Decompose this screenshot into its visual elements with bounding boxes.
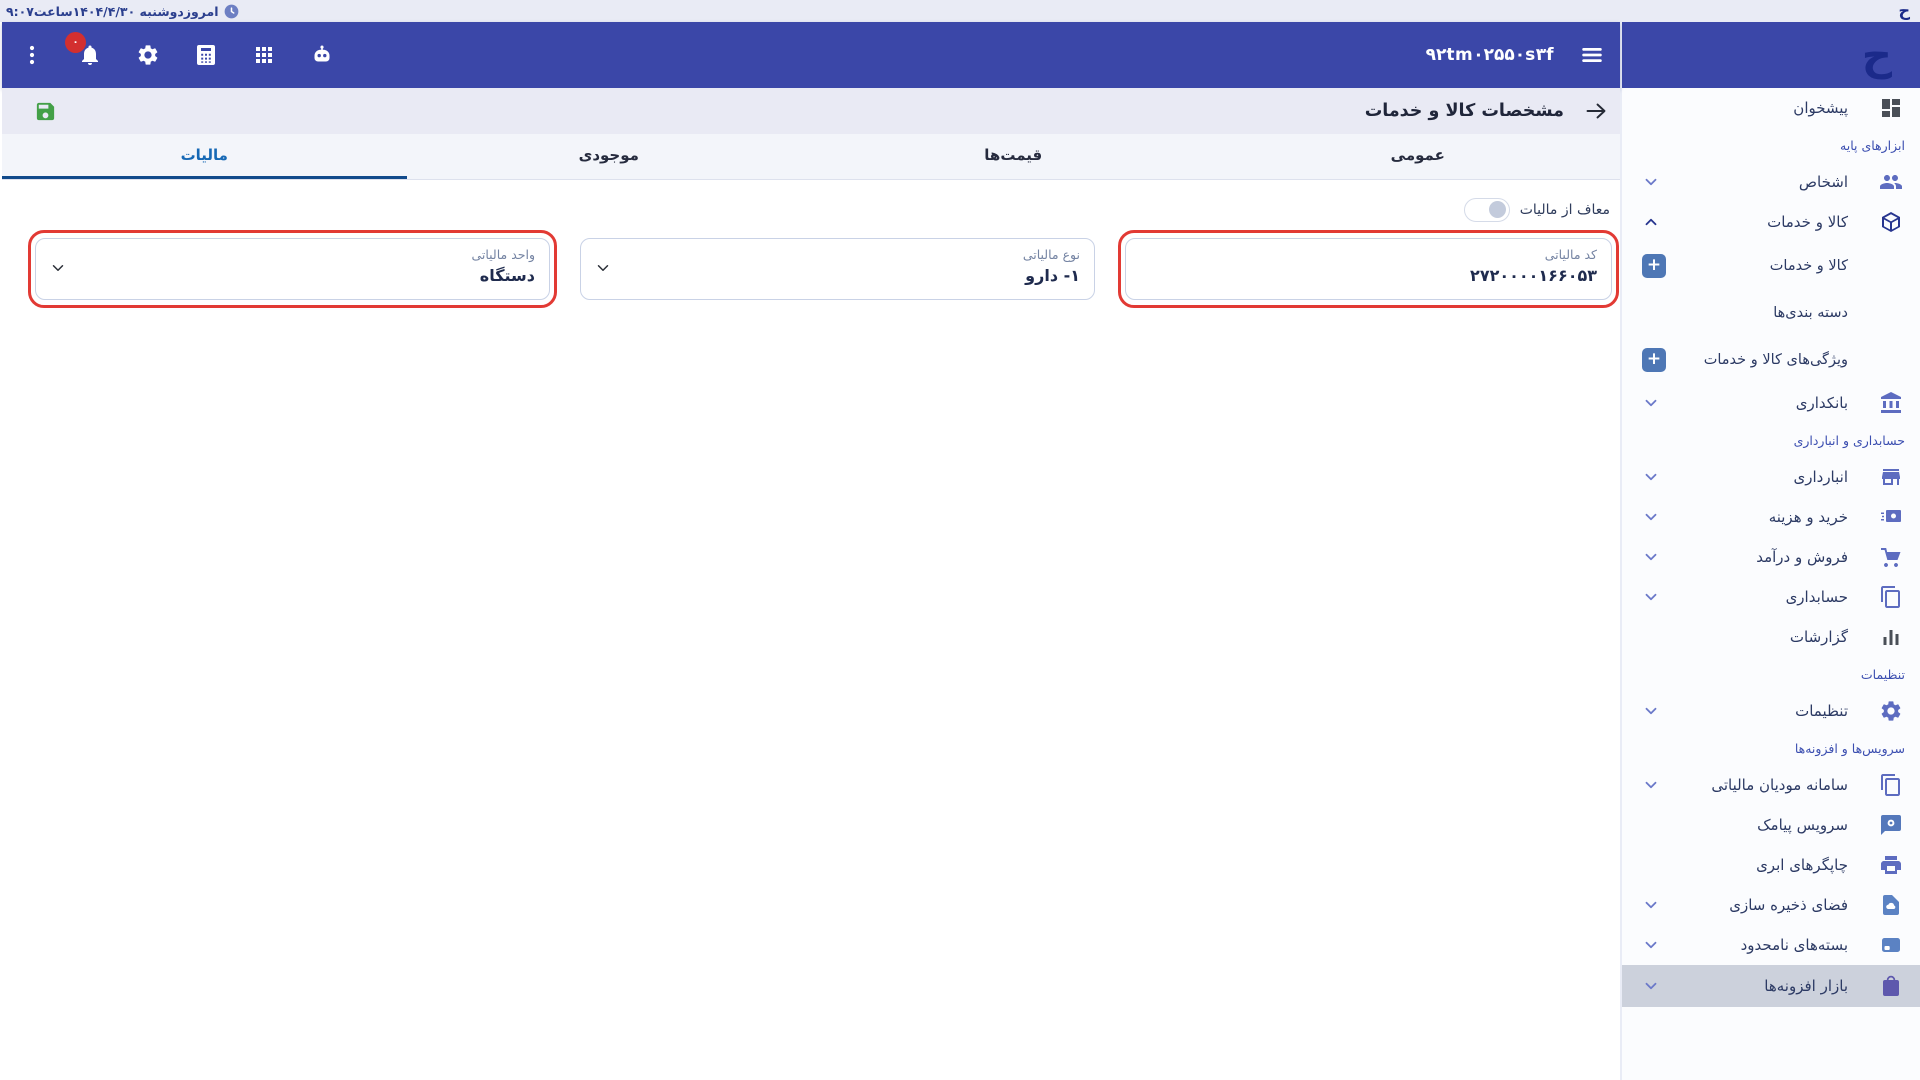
main-area: ۹۲tm۰۲۵۵۰s۳f ۰ مشخصات کالا و خدمات عمومی… [2, 22, 1620, 1080]
cloud-printer-icon [1879, 853, 1903, 877]
pages-icon [1879, 773, 1903, 797]
title-bar: مشخصات کالا و خدمات [2, 88, 1620, 134]
sidebar-item-dashboard[interactable]: پیشخوان [1622, 88, 1920, 128]
top-navbar: ۹۲tm۰۲۵۵۰s۳f ۰ [2, 22, 1620, 88]
robot-icon[interactable] [308, 41, 336, 69]
bell-icon[interactable]: ۰ [76, 41, 104, 69]
chevron-down-icon [1642, 173, 1660, 191]
app-logo[interactable]: ح [1862, 34, 1892, 76]
chevron-down-icon [1642, 702, 1660, 720]
field-tax-type[interactable]: نوع مالیاتی ۱- دارو [580, 238, 1095, 300]
sidebar-item-sales-income[interactable]: فروش و درآمد [1622, 537, 1920, 577]
top-strip: ح امروزدوشنبه ۱۴۰۴/۴/۳۰ساعت۹:۰۷ [0, 0, 1920, 22]
toggle-knob [1489, 201, 1506, 218]
sidebar-section-accounting-warehousing: حسابداری و انبارداری [1622, 423, 1920, 457]
license-code: ۹۲tm۰۲۵۵۰s۳f [1426, 45, 1554, 65]
chevron-down-icon [1642, 394, 1660, 412]
sidebar-item-purchase-expense[interactable]: خرید و هزینه [1622, 497, 1920, 537]
sidebar-item-people[interactable]: اشخاص [1622, 162, 1920, 202]
store-icon [1879, 465, 1903, 489]
kebab-menu-icon [20, 43, 44, 67]
apps-grid-icon[interactable] [250, 41, 278, 69]
exempt-toggle-row: معاف از مالیات [2, 198, 1610, 222]
robot-icon [310, 43, 334, 67]
cube-icon [1879, 210, 1903, 234]
chevron-down-icon [1642, 896, 1660, 914]
today-date: امروزدوشنبه ۱۴۰۴/۴/۳۰ساعت۹:۰۷ [6, 4, 239, 19]
sidebar-item-settings[interactable]: تنظیمات [1622, 691, 1920, 731]
sidebar-item-tax-moadian-system[interactable]: سامانه مودیان مالیاتی [1622, 765, 1920, 805]
sidebar: ح پیشخوان ابزارهای پایه اشخاص کالا و خدم… [1620, 22, 1920, 1080]
sidebar-section-services-addons: سرویس‌ها و افزونه‌ها [1622, 731, 1920, 765]
chevron-down-icon [1642, 508, 1660, 526]
cash-icon [1879, 505, 1903, 529]
apps-grid-icon [252, 43, 276, 67]
chevron-down-icon [1642, 468, 1660, 486]
page-title: مشخصات کالا و خدمات [1365, 101, 1564, 121]
tab-tax[interactable]: مالیات [2, 134, 407, 179]
chevron-down-icon [1642, 776, 1660, 794]
sidebar-header: ح [1622, 22, 1920, 88]
tab-general[interactable]: عمومی [1216, 134, 1621, 179]
add-plus-button[interactable]: + [1642, 254, 1666, 278]
cart-icon [1879, 545, 1903, 569]
dashboard-icon [1879, 96, 1903, 120]
brand-mini-logo: ح [1898, 1, 1910, 21]
tab-inventory[interactable]: موجودی [407, 134, 812, 179]
sidebar-item-warehousing[interactable]: انبارداری [1622, 457, 1920, 497]
tab-prices[interactable]: قیمت‌ها [811, 134, 1216, 179]
sidebar-item-goods-attributes[interactable]: ویژگی‌های کالا و خدمات + [1622, 336, 1920, 383]
exempt-toggle-label: معاف از مالیات [1520, 202, 1610, 218]
sidebar-item-addons-market[interactable]: بازار افزونه‌ها [1622, 965, 1920, 1007]
sidebar-section-settings-section: تنظیمات [1622, 657, 1920, 691]
sidebar-nav: پیشخوان ابزارهای پایه اشخاص کالا و خدمات… [1622, 88, 1920, 1080]
sidebar-section-basic-tools: ابزارهای پایه [1622, 128, 1920, 162]
sidebar-item-cloud-printers[interactable]: چاپگرهای ابری [1622, 845, 1920, 885]
sidebar-item-storage-space[interactable]: فضای ذخیره سازی [1622, 885, 1920, 925]
back-arrow-icon[interactable] [1584, 99, 1608, 123]
clock-icon [224, 4, 239, 19]
chevron-down-icon [49, 259, 67, 277]
content: معاف از مالیات کد مالیاتی ۲۷۲۰۰۰۰۱۶۶۰۵۳ … [2, 180, 1620, 1080]
sidebar-item-sms-service[interactable]: سرویس پیامک [1622, 805, 1920, 845]
sidebar-item-accounting[interactable]: حسابداری [1622, 577, 1920, 617]
shopping-bag-icon [1879, 974, 1903, 998]
kebab-menu-icon[interactable] [18, 41, 46, 69]
sidebar-item-reports[interactable]: گزارشات [1622, 617, 1920, 657]
chevron-down-icon [594, 259, 612, 277]
chevron-down-icon [1642, 936, 1660, 954]
add-plus-button[interactable]: + [1642, 348, 1666, 372]
chevron-down-icon [1642, 548, 1660, 566]
date-text: امروزدوشنبه ۱۴۰۴/۴/۳۰ساعت۹:۰۷ [6, 4, 219, 19]
field-tax-unit[interactable]: واحد مالیاتی دستگاه [35, 238, 550, 300]
gear-icon[interactable] [134, 41, 162, 69]
hamburger-icon[interactable] [1578, 41, 1606, 69]
gear-icon [136, 43, 160, 67]
bar-chart-icon [1879, 625, 1903, 649]
chevron-down-icon [1642, 588, 1660, 606]
chevron-down-icon [1642, 977, 1660, 995]
exempt-toggle-switch[interactable] [1464, 198, 1510, 222]
gears-icon [1879, 699, 1903, 723]
chevron-up-icon [1642, 213, 1660, 231]
people-icon [1879, 170, 1903, 194]
cloud-file-icon [1879, 893, 1903, 917]
sidebar-item-goods-services[interactable]: کالا و خدمات [1622, 202, 1920, 242]
notification-badge: ۰ [65, 32, 86, 53]
sidebar-item-goods-services-sub[interactable]: کالا و خدمات + [1622, 242, 1920, 289]
tab-bar: عمومیقیمت‌هاموجودیمالیات [2, 134, 1620, 180]
pages-icon [1879, 585, 1903, 609]
sidebar-item-categories[interactable]: دسته بندی‌ها [1622, 289, 1920, 336]
calculator-icon [194, 43, 218, 67]
bank-icon [1879, 391, 1903, 415]
sms-bubble-icon [1879, 813, 1903, 837]
sidebar-item-unlimited-packages[interactable]: بسته‌های نامحدود [1622, 925, 1920, 965]
tax-fields-row: کد مالیاتی ۲۷۲۰۰۰۰۱۶۶۰۵۳ نوع مالیاتی ۱- … [35, 238, 1612, 300]
package-icon [1879, 933, 1903, 957]
navbar-icons: ۰ [18, 41, 336, 69]
sidebar-item-banking[interactable]: بانکداری [1622, 383, 1920, 423]
save-icon[interactable] [34, 100, 57, 123]
calculator-icon[interactable] [192, 41, 220, 69]
field-tax-code[interactable]: کد مالیاتی ۲۷۲۰۰۰۰۱۶۶۰۵۳ [1125, 238, 1612, 300]
